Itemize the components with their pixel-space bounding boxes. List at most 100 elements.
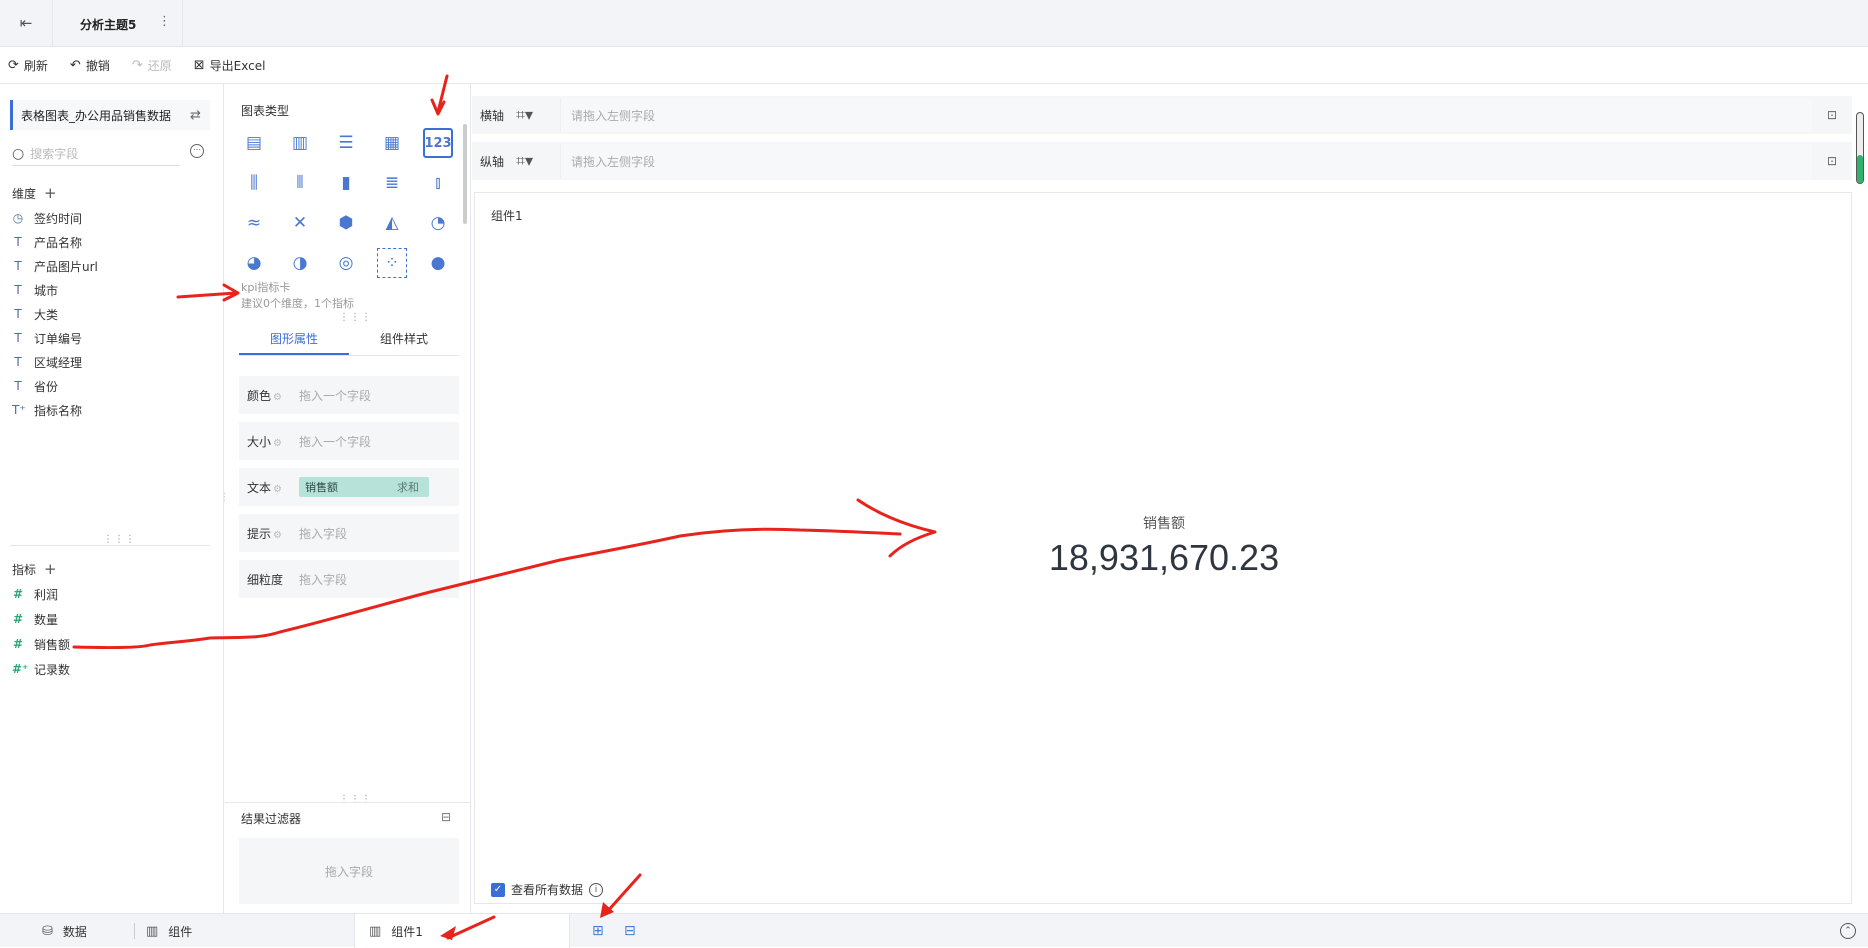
more-options-icon[interactable]: ⋯ bbox=[190, 144, 204, 158]
component1-tab[interactable]: ▥ 组件1 bbox=[354, 914, 570, 948]
measure-field[interactable]: # 销售额 bbox=[12, 634, 70, 654]
checkbox-checked-icon[interactable]: ✓ bbox=[491, 882, 505, 897]
tooltip-drop-target[interactable]: 拖入字段 bbox=[299, 525, 347, 542]
x-axis-drop-target[interactable]: 请拖入左侧字段 bbox=[560, 98, 1812, 132]
add-dimension-icon[interactable]: + bbox=[44, 184, 57, 202]
kpi-card-icon[interactable]: 123 bbox=[423, 128, 453, 158]
vertical-scrollbar[interactable] bbox=[1856, 112, 1864, 184]
y-axis-row: 纵轴 ⌗▾ 请拖入左侧字段 ⊡ bbox=[472, 142, 1852, 180]
scatter-chart-icon[interactable]: ⁘ bbox=[377, 248, 407, 278]
resize-handle[interactable]: ⋮⋮⋮ bbox=[339, 794, 372, 805]
gauge-chart-icon[interactable]: ◔ bbox=[423, 208, 453, 238]
component-title[interactable]: 组件1 bbox=[491, 207, 523, 224]
x-axis-clear-icon[interactable]: ⊡ bbox=[1812, 108, 1852, 122]
size-drop-target[interactable]: 拖入一个字段 bbox=[299, 433, 371, 450]
dimension-field[interactable]: T⁺ 指标名称 bbox=[12, 400, 82, 420]
grouped-bar-icon[interactable]: ⫼ bbox=[239, 168, 269, 198]
color-property[interactable]: 颜色 ⚙ 拖入一个字段 bbox=[239, 376, 459, 414]
settings-icon[interactable]: ⚙ bbox=[273, 530, 282, 541]
view-all-data-toggle[interactable]: ✓ 查看所有数据 i bbox=[491, 881, 604, 898]
measure-field[interactable]: # 数量 bbox=[12, 609, 58, 629]
redo-label: 还原 bbox=[147, 59, 172, 73]
info-icon[interactable]: i bbox=[589, 882, 604, 897]
tab-component-style[interactable]: 组件样式 bbox=[349, 322, 459, 355]
dimension-field[interactable]: T 城市 bbox=[12, 280, 58, 300]
export-excel-button[interactable]: ⊠ 导出Excel bbox=[194, 57, 266, 74]
waterfall-chart-icon[interactable]: ⫾ bbox=[423, 168, 453, 198]
undo-button[interactable]: ↶ 撤销 bbox=[70, 57, 110, 74]
tab-graphic-properties[interactable]: 图形属性 bbox=[239, 322, 349, 355]
add-measure-icon[interactable]: + bbox=[44, 560, 57, 578]
text-icon: T bbox=[14, 331, 22, 345]
chart-type-scrollbar[interactable] bbox=[463, 124, 467, 224]
collapse-icon[interactable]: ⌃ bbox=[1840, 923, 1856, 939]
kpi-value: 18,931,670.23 bbox=[1048, 537, 1280, 578]
chart-config-panel: 图表类型 ▤ ▥ ☰ ▦ 123 ⫼ ⫴ ▮ ≣ ⫾ ≈ ✕ ⬢ ◭ ◔ ◕ ◑… bbox=[225, 84, 471, 913]
settings-icon[interactable]: ⚙ bbox=[273, 484, 282, 495]
x-axis-settings-icon[interactable]: ⌗▾ bbox=[516, 105, 560, 125]
dimension-field[interactable]: T 区域经理 bbox=[12, 352, 82, 372]
exit-icon[interactable]: ⇤ bbox=[14, 12, 38, 34]
pie-chart-icon[interactable]: ◕ bbox=[239, 248, 269, 278]
rose-chart-icon[interactable]: ◑ bbox=[285, 248, 315, 278]
settings-icon[interactable]: ⚙ bbox=[273, 392, 282, 403]
granularity-label: 细粒度 bbox=[247, 572, 284, 587]
dashboard-table-icon[interactable]: ▦ bbox=[377, 128, 407, 158]
color-drop-target[interactable]: 拖入一个字段 bbox=[299, 387, 371, 404]
settings-icon[interactable]: ⚙ bbox=[273, 438, 282, 449]
granularity-drop-target[interactable]: 拖入字段 bbox=[299, 571, 347, 588]
dataset-selector[interactable]: 表格图表_办公用品销售数据 bbox=[10, 100, 210, 130]
multi-pie-icon[interactable]: ◎ bbox=[331, 248, 361, 278]
dimension-field[interactable]: ◷ 签约时间 bbox=[12, 208, 82, 228]
refresh-button[interactable]: ⟳ 刷新 bbox=[8, 57, 48, 74]
add-dashboard-icon[interactable]: ⊟ bbox=[624, 923, 636, 939]
dimension-field[interactable]: T 产品名称 bbox=[12, 232, 82, 252]
filter-settings-icon[interactable]: ⊟ bbox=[441, 810, 451, 824]
measure-field[interactable]: # 利润 bbox=[12, 584, 58, 604]
tooltip-property[interactable]: 提示 ⚙ 拖入字段 bbox=[239, 514, 459, 552]
measure-label: 记录数 bbox=[34, 662, 71, 677]
undo-icon: ↶ bbox=[69, 58, 81, 73]
analysis-topic-title[interactable]: 分析主题5 bbox=[80, 16, 136, 33]
color-label: 颜色 bbox=[247, 388, 272, 403]
divider bbox=[225, 802, 471, 803]
switch-dataset-icon[interactable]: ⇄ bbox=[190, 108, 201, 123]
scrollbar-thumb[interactable] bbox=[1857, 155, 1863, 183]
selected-chart-name: kpi指标卡 bbox=[241, 281, 291, 294]
line-chart-icon[interactable]: ≈ bbox=[239, 208, 269, 238]
detail-table-icon[interactable]: ▤ bbox=[239, 128, 269, 158]
measures-header: 指标 + bbox=[12, 560, 57, 578]
radar-chart-icon[interactable]: ⬢ bbox=[331, 208, 361, 238]
y-axis-settings-icon[interactable]: ⌗▾ bbox=[516, 151, 560, 171]
area-chart-icon[interactable]: ◭ bbox=[377, 208, 407, 238]
horizontal-bar-icon[interactable]: ≣ bbox=[377, 168, 407, 198]
data-tab[interactable]: ⛁ 数据 bbox=[42, 914, 87, 948]
field-search-input[interactable]: ○ 搜索字段 bbox=[12, 142, 180, 166]
granularity-property[interactable]: 细粒度 拖入字段 bbox=[239, 560, 459, 598]
text-property[interactable]: 文本 ⚙ 销售额 求和 bbox=[239, 468, 459, 506]
group-table-icon[interactable]: ▥ bbox=[285, 128, 315, 158]
cross-table-icon[interactable]: ☰ bbox=[331, 128, 361, 158]
bubble-chart-icon[interactable]: ● bbox=[423, 248, 453, 278]
x-axis-row: 横轴 ⌗▾ 请拖入左侧字段 ⊡ bbox=[472, 96, 1852, 134]
more-menu-icon[interactable]: ⋮ bbox=[158, 14, 171, 29]
y-axis-clear-icon[interactable]: ⊡ bbox=[1812, 154, 1852, 168]
dimension-field[interactable]: T 订单编号 bbox=[12, 328, 82, 348]
parallel-chart-icon[interactable]: ✕ bbox=[285, 208, 315, 238]
add-component-icon[interactable]: ⊞ bbox=[592, 923, 604, 939]
y-axis-label: 纵轴 bbox=[480, 154, 505, 169]
resize-handle[interactable]: ⋮⋮⋮ bbox=[103, 534, 136, 545]
pill-aggregation[interactable]: 求和 bbox=[397, 479, 419, 495]
dimension-field[interactable]: T 大类 bbox=[12, 304, 58, 324]
sales-field-pill[interactable]: 销售额 求和 bbox=[299, 477, 429, 497]
component-tab[interactable]: ▥ 组件 bbox=[146, 914, 192, 948]
filter-drop-target[interactable]: 拖入字段 bbox=[239, 838, 459, 904]
y-axis-drop-target[interactable]: 请拖入左侧字段 bbox=[560, 144, 1812, 178]
measure-field[interactable]: #⁺ 记录数 bbox=[12, 659, 70, 679]
size-property[interactable]: 大小 ⚙ 拖入一个字段 bbox=[239, 422, 459, 460]
dimension-field[interactable]: T 产品图片url bbox=[12, 256, 98, 276]
stacked-bar-icon[interactable]: ⫴ bbox=[285, 168, 315, 198]
column-chart-icon[interactable]: ▮ bbox=[331, 168, 361, 198]
dimension-field[interactable]: T 省份 bbox=[12, 376, 58, 396]
redo-button[interactable]: ↷ 还原 bbox=[132, 57, 172, 74]
